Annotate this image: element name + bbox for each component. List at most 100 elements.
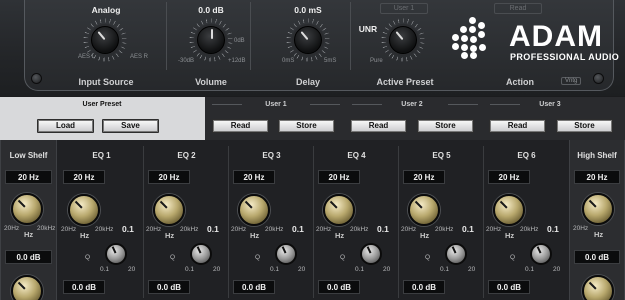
eq5-q-label: Q (425, 254, 431, 261)
eq4-q-min: 0.1 (355, 266, 365, 273)
low-shelf-gain-knob[interactable] (11, 275, 43, 300)
eq6-gain-display[interactable]: 0.0 dB (488, 280, 530, 294)
eq6-freq-knob[interactable] (493, 194, 525, 226)
delay-max-label: 5mS (324, 58, 337, 64)
eq3-gain-display[interactable]: 0.0 dB (233, 280, 275, 294)
eq5-q-knob[interactable] (445, 243, 467, 265)
low-shelf-gain-display[interactable]: 0.0 dB (5, 250, 52, 264)
eq5-min-label: 20Hz (401, 226, 417, 233)
eq-section: Low Shelf 20 Hz 20Hz 20kHz Hz 0.0 dB EQ … (0, 140, 625, 300)
active-preset-label: Active Preset (376, 77, 434, 87)
volume-min-label: -30dB (178, 58, 195, 64)
top-divider (166, 2, 167, 70)
eq3-q-knob[interactable] (275, 243, 297, 265)
user3-read-button[interactable]: Read (489, 119, 546, 133)
eq2-freq-knob[interactable] (153, 194, 185, 226)
top-panel: Analog AES L AES R Input Source 0.0 dB 0… (0, 0, 625, 96)
top-divider (350, 2, 351, 70)
eq3-max-label: 20kHz (265, 226, 284, 233)
user1-read-button[interactable]: Read (212, 119, 269, 133)
eq1-freq-display[interactable]: 20 Hz (63, 170, 105, 184)
eq6-freq-display[interactable]: 20 Hz (488, 170, 530, 184)
low-shelf-freq-knob[interactable] (11, 193, 43, 225)
user3-store-button[interactable]: Store (556, 119, 613, 133)
eq4-max-label: 20kHz (350, 226, 369, 233)
save-button[interactable]: Save (102, 119, 159, 133)
low-shelf-max-label: 20kHz (37, 225, 56, 232)
eq2-title: EQ 2 (177, 151, 196, 160)
eq5-unit: Hz (420, 231, 430, 240)
eq4-gain-display[interactable]: 0.0 dB (318, 280, 360, 294)
eq6-q-label: Q (510, 254, 516, 261)
input-source-knob[interactable] (91, 26, 119, 54)
high-shelf-gain-knob[interactable] (582, 275, 614, 300)
band-separator (313, 146, 314, 298)
high-shelf-freq-knob[interactable] (582, 193, 614, 225)
eq2-band: EQ 2 20 Hz 20Hz 20kHz Hz 0.1 Q 0.1 20 0.… (145, 142, 228, 300)
user2-read-button[interactable]: Read (350, 119, 407, 133)
preset-rule (310, 104, 340, 105)
delay-knob[interactable] (294, 26, 322, 54)
eq5-q-max: 20 (468, 266, 476, 273)
eq4-q-knob[interactable] (360, 243, 382, 265)
eq6-q-max: 20 (553, 266, 561, 273)
screw-icon (593, 73, 604, 84)
active-preset-knob[interactable] (389, 26, 417, 54)
eq1-freq-knob[interactable] (68, 194, 100, 226)
band-separator (398, 146, 399, 298)
low-shelf-unit: Hz (24, 230, 34, 239)
input-source-label: Input Source (78, 77, 134, 87)
eq2-freq-display[interactable]: 20 Hz (148, 170, 190, 184)
eq5-freq-knob[interactable] (408, 194, 440, 226)
volume-knob[interactable] (197, 26, 225, 54)
low-shelf-panel: Low Shelf 20 Hz 20Hz 20kHz Hz 0.0 dB (0, 140, 57, 300)
eq3-q-min: 0.1 (270, 266, 280, 273)
eq4-band: EQ 4 20 Hz 20Hz 20kHz Hz 0.1 Q 0.1 20 0.… (315, 142, 398, 300)
eq6-q-min: 0.1 (525, 266, 535, 273)
user2-title: User 2 (401, 101, 423, 108)
delay-min-label: 0mS (282, 58, 295, 64)
eq6-title: EQ 6 (517, 151, 536, 160)
eq1-min-label: 20Hz (61, 226, 77, 233)
eq1-q-max: 20 (128, 266, 136, 273)
eq4-q-max: 20 (383, 266, 391, 273)
ghost-user-button[interactable]: User 1 (380, 3, 428, 14)
load-button[interactable]: Load (37, 119, 94, 133)
eq2-q-knob[interactable] (190, 243, 212, 265)
low-shelf-freq-display[interactable]: 20 Hz (5, 170, 52, 184)
volume-label: Volume (195, 77, 227, 87)
eq3-freq-display[interactable]: 20 Hz (233, 170, 275, 184)
eq4-q-label: Q (340, 254, 346, 261)
eq6-q-value: 0.1 (547, 224, 559, 234)
eq1-gain-display[interactable]: 0.0 dB (63, 280, 105, 294)
input-source-left-label: AES L (78, 54, 96, 60)
eq4-freq-knob[interactable] (323, 194, 355, 226)
high-shelf-gain-display[interactable]: 0.0 dB (574, 250, 620, 264)
volume-mid-label: 0dB (234, 38, 245, 44)
eq6-q-knob[interactable] (530, 243, 552, 265)
eq2-gain-display[interactable]: 0.0 dB (148, 280, 190, 294)
user1-store-button[interactable]: Store (278, 119, 335, 133)
eq2-unit: Hz (165, 231, 175, 240)
eq1-q-label: Q (85, 254, 91, 261)
active-preset-left-label: Pure (370, 58, 383, 64)
screw-icon (31, 73, 42, 84)
eq1-q-knob[interactable] (105, 243, 127, 265)
eq5-freq-display[interactable]: 20 Hz (403, 170, 445, 184)
eq4-freq-display[interactable]: 20 Hz (318, 170, 360, 184)
eq5-band: EQ 5 20 Hz 20Hz 20kHz Hz 0.1 Q 0.1 20 0.… (400, 142, 483, 300)
eq3-freq-knob[interactable] (238, 194, 270, 226)
eq6-band: EQ 6 20 Hz 20Hz 20kHz Hz 0.1 Q 0.1 20 0.… (485, 142, 568, 300)
delay-value: 0.0 mS (294, 5, 322, 15)
user2-store-button[interactable]: Store (417, 119, 474, 133)
input-source-value: Analog (91, 5, 121, 15)
ghost-read-button[interactable]: Read (494, 3, 542, 14)
adam-logo-icon (452, 17, 494, 59)
volume-max-label: +12dB (228, 58, 246, 64)
high-shelf-freq-display[interactable]: 20 Hz (574, 170, 620, 184)
eq1-q-value: 0.1 (122, 224, 134, 234)
brand-name: ADAM (509, 20, 603, 53)
band-separator (483, 146, 484, 298)
eq1-title: EQ 1 (92, 151, 111, 160)
eq5-gain-display[interactable]: 0.0 dB (403, 280, 445, 294)
